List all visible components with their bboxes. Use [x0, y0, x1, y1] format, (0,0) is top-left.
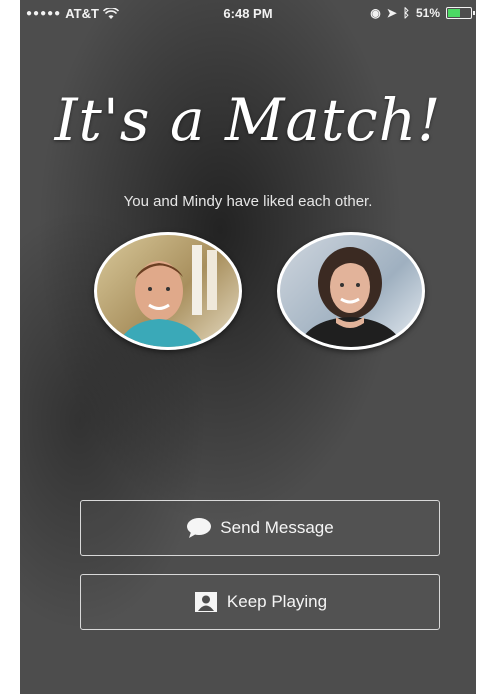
my-avatar [94, 232, 242, 350]
keep-playing-label: Keep Playing [226, 592, 328, 611]
rotation-lock-icon: ◉ [370, 6, 381, 20]
status-bar: ●●●●● AT&T 6:48 PM ◉ ➤ ᛒ 51% [20, 0, 476, 26]
match-subtitle: You and Mindy have liked each other. [123, 193, 373, 210]
battery-percent: 51% [415, 6, 440, 20]
match-title: It's a Match! [54, 86, 442, 154]
bluetooth-icon: ᛒ [402, 6, 410, 20]
send-message-button[interactable]: Send Message [80, 500, 440, 556]
status-right: ◉ ➤ ᛒ 51% [370, 6, 475, 20]
keep-playing-button[interactable]: Keep Playing [80, 574, 440, 630]
match-avatar [277, 232, 425, 350]
send-message-label: Send Message [220, 518, 334, 537]
profile-card-icon [193, 591, 219, 613]
battery-icon [446, 7, 475, 19]
battery-fill [448, 9, 461, 17]
match-screen: ●●●●● AT&T 6:48 PM ◉ ➤ ᛒ 51% It's a Matc… [20, 0, 476, 694]
location-arrow-icon: ➤ [386, 6, 397, 20]
chat-bubble-icon [186, 517, 212, 539]
